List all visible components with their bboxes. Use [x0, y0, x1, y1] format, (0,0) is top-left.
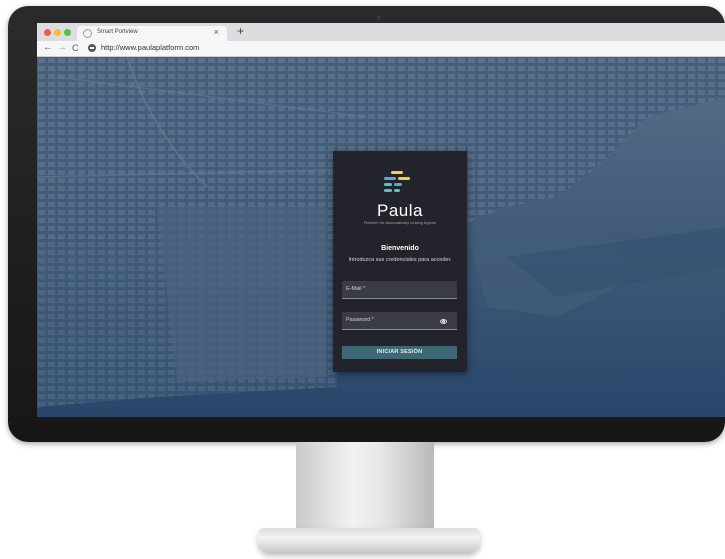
forward-arrow-icon[interactable]: →: [57, 42, 67, 54]
monitor-stand-base: [258, 528, 480, 552]
camera-icon: [377, 15, 381, 19]
password-field-label: Password *: [346, 317, 374, 323]
url-field[interactable]: http://www.paulaplatform.com: [101, 43, 199, 52]
paula-logo-icon: [384, 171, 414, 197]
minimize-window-dot[interactable]: [54, 29, 61, 36]
welcome-heading: Bienvenido: [381, 245, 419, 252]
address-bar: ← → C http://www.paulaplatform.com: [37, 41, 725, 57]
back-arrow-icon[interactable]: ←: [43, 42, 53, 54]
email-field-label: E-Mail *: [346, 286, 366, 292]
tab-title: Smart Portview: [97, 29, 138, 35]
browser-tab[interactable]: Smart Portview ×: [77, 26, 227, 41]
login-card: Paula Platform for Automatically Linking…: [333, 151, 467, 372]
brand-tagline: Platform for Automatically Linking Agent…: [363, 220, 437, 225]
favicon-icon: [83, 29, 92, 38]
login-instructions: Introduzca sus credenciales para acceder…: [348, 257, 452, 263]
browser-tab-bar: Smart Portview × +: [37, 23, 725, 41]
eye-slash-icon[interactable]: [440, 319, 447, 324]
monitor-frame: Smart Portview × + ← → C http://www.paul…: [8, 6, 725, 442]
page-background: Paula Platform for Automatically Linking…: [37, 57, 725, 417]
reload-icon[interactable]: C: [72, 42, 79, 54]
monitor-screen: Smart Portview × + ← → C http://www.paul…: [37, 23, 725, 417]
close-window-dot[interactable]: [44, 29, 51, 36]
new-tab-button[interactable]: +: [237, 24, 244, 38]
password-field[interactable]: Password *: [342, 312, 457, 330]
site-info-icon[interactable]: [88, 44, 96, 52]
login-button[interactable]: INICIAR SESIÓN: [342, 346, 457, 359]
maximize-window-dot[interactable]: [64, 29, 71, 36]
tab-close-icon[interactable]: ×: [214, 27, 219, 37]
brand-name: Paula: [377, 201, 423, 220]
email-field[interactable]: E-Mail *: [342, 281, 457, 299]
monitor-stand-neck: [296, 442, 434, 540]
